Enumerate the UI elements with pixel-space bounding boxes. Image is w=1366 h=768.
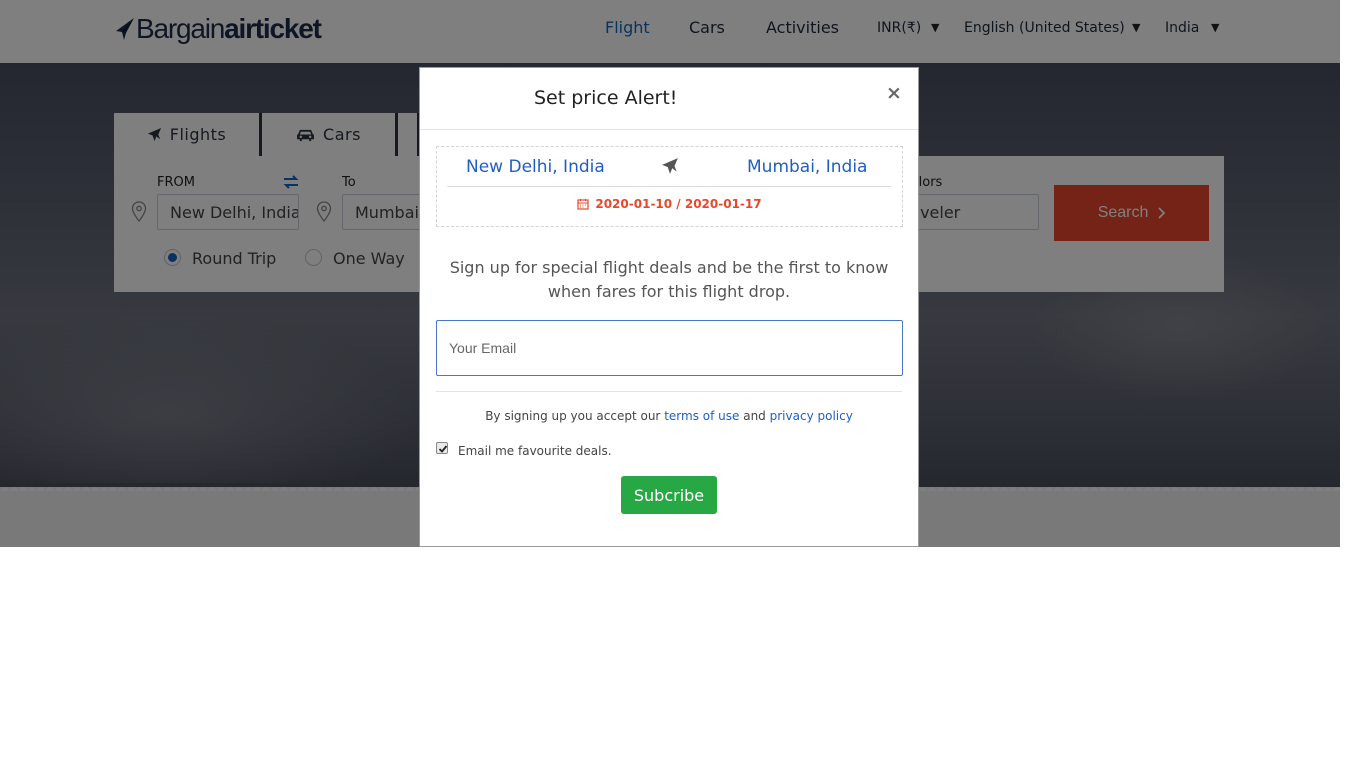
close-icon[interactable]: × bbox=[886, 82, 902, 104]
modal-header-divider bbox=[420, 129, 918, 130]
terms-text: By signing up you accept our terms of us… bbox=[420, 409, 918, 423]
plane-icon bbox=[662, 158, 678, 174]
check-icon bbox=[438, 445, 448, 453]
terms-prefix: By signing up you accept our bbox=[485, 409, 661, 423]
privacy-policy-link[interactable]: privacy policy bbox=[770, 409, 853, 423]
price-alert-modal: Set price Alert! × New Delhi, India Mumb… bbox=[419, 67, 919, 547]
signup-description: Sign up for special flight deals and be … bbox=[449, 258, 889, 301]
modal-title: Set price Alert! bbox=[534, 87, 678, 109]
route-dates: 2020-01-10 / 2020-01-17 bbox=[437, 197, 902, 211]
calendar-icon bbox=[577, 199, 589, 210]
email-deals-label[interactable]: Email me favourite deals. bbox=[458, 444, 612, 458]
route-dates-text: 2020-01-10 / 2020-01-17 bbox=[595, 197, 762, 211]
subscribe-button[interactable]: Subcribe bbox=[621, 476, 717, 514]
terms-and: and bbox=[743, 409, 766, 423]
form-divider bbox=[436, 391, 902, 392]
route-divider bbox=[447, 186, 891, 187]
route-to: Mumbai, India bbox=[747, 157, 868, 177]
route-summary: New Delhi, India Mumbai, India 2020-01-1… bbox=[436, 146, 903, 227]
email-deals-checkbox[interactable] bbox=[436, 442, 448, 454]
email-input[interactable] bbox=[436, 320, 903, 376]
route-from: New Delhi, India bbox=[466, 157, 605, 177]
terms-of-use-link[interactable]: terms of use bbox=[664, 409, 739, 423]
